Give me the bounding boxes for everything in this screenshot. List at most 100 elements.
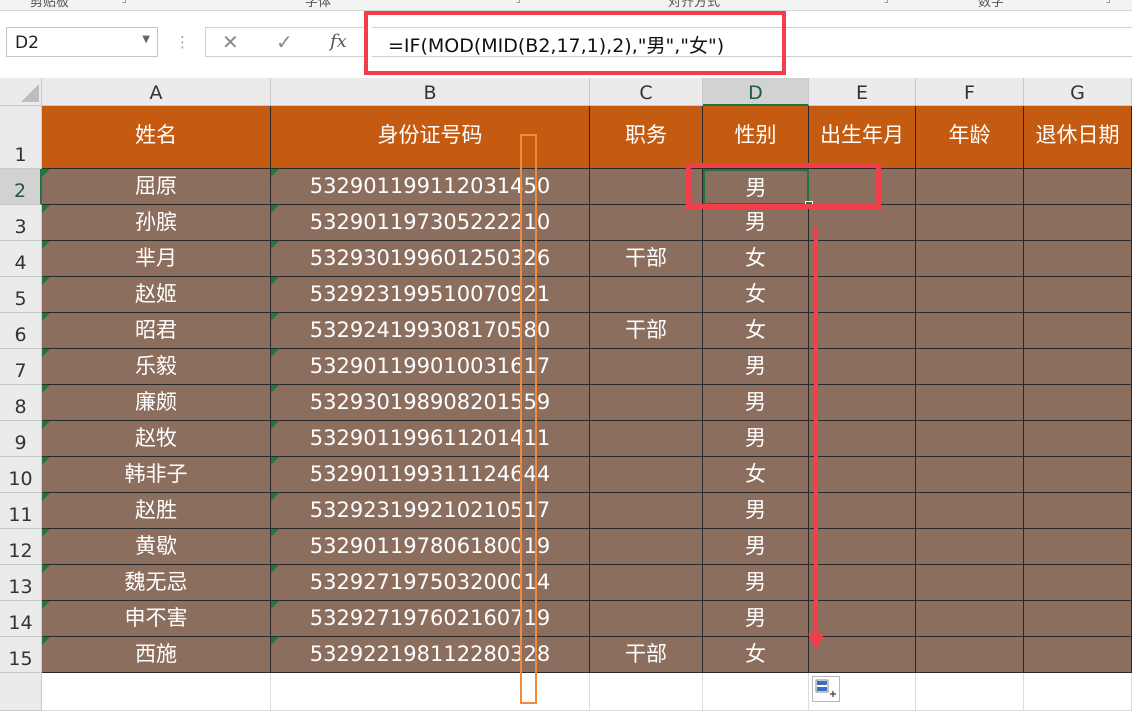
cell-e7[interactable] — [809, 349, 916, 385]
column-header-d[interactable]: D — [703, 78, 809, 106]
cell-d7[interactable]: 男 — [703, 349, 809, 385]
cell-e11[interactable] — [809, 493, 916, 529]
column-header-g[interactable]: G — [1024, 78, 1132, 106]
empty-cell[interactable] — [590, 673, 703, 711]
cell-g11[interactable] — [1024, 493, 1132, 529]
column-header-a[interactable]: A — [42, 78, 271, 106]
cell-g3[interactable] — [1024, 205, 1132, 241]
cell-f3[interactable] — [916, 205, 1024, 241]
cell-a9[interactable]: 赵牧 — [42, 421, 271, 457]
cell-e3[interactable] — [809, 205, 916, 241]
cell-a2[interactable]: 屈原 — [42, 169, 271, 205]
cell-d8[interactable]: 男 — [703, 385, 809, 421]
name-box[interactable]: D2 ▼ — [6, 27, 158, 57]
cell-b10[interactable]: 532901199311124644 — [271, 457, 590, 493]
cell-d10[interactable]: 女 — [703, 457, 809, 493]
check-icon[interactable]: ✓ — [276, 30, 293, 54]
cell-e6[interactable] — [809, 313, 916, 349]
cell-b5[interactable]: 532923199510070921 — [271, 277, 590, 313]
empty-cell[interactable] — [42, 673, 271, 711]
cell-d6[interactable]: 女 — [703, 313, 809, 349]
cell-f13[interactable] — [916, 565, 1024, 601]
cell-f7[interactable] — [916, 349, 1024, 385]
column-header-f[interactable]: F — [916, 78, 1024, 106]
cell-a15[interactable]: 西施 — [42, 637, 271, 673]
header-cell-f[interactable]: 年龄 — [916, 106, 1024, 169]
empty-cell[interactable] — [271, 673, 590, 711]
cell-g2[interactable] — [1024, 169, 1132, 205]
cell-a14[interactable]: 申不害 — [42, 601, 271, 637]
cell-c8[interactable] — [590, 385, 703, 421]
cell-e12[interactable] — [809, 529, 916, 565]
cell-b7[interactable]: 532901199010031617 — [271, 349, 590, 385]
cell-b11[interactable]: 532923199210210517 — [271, 493, 590, 529]
close-icon[interactable]: ✕ — [222, 30, 239, 54]
cell-e8[interactable] — [809, 385, 916, 421]
cell-e4[interactable] — [809, 241, 916, 277]
cell-e14[interactable] — [809, 601, 916, 637]
row-header-1[interactable]: 1 — [0, 106, 42, 169]
cell-c3[interactable] — [590, 205, 703, 241]
cell-c13[interactable] — [590, 565, 703, 601]
cell-a13[interactable]: 魏无忌 — [42, 565, 271, 601]
row-header-12[interactable]: 12 — [0, 529, 42, 565]
cell-g14[interactable] — [1024, 601, 1132, 637]
cell-c5[interactable] — [590, 277, 703, 313]
cell-a10[interactable]: 韩非子 — [42, 457, 271, 493]
row-header-11[interactable]: 11 — [0, 493, 42, 529]
cell-a5[interactable]: 赵姬 — [42, 277, 271, 313]
header-cell-d[interactable]: 性别 — [703, 106, 809, 169]
cell-b15[interactable]: 532922198112280328 — [271, 637, 590, 673]
cell-g9[interactable] — [1024, 421, 1132, 457]
cell-c4[interactable]: 干部 — [590, 241, 703, 277]
header-cell-e[interactable]: 出生年月 — [809, 106, 916, 169]
cell-c7[interactable] — [590, 349, 703, 385]
cell-a8[interactable]: 廉颇 — [42, 385, 271, 421]
cell-f10[interactable] — [916, 457, 1024, 493]
cell-f11[interactable] — [916, 493, 1024, 529]
row-header-5[interactable]: 5 — [0, 277, 42, 313]
cell-c12[interactable] — [590, 529, 703, 565]
cell-g8[interactable] — [1024, 385, 1132, 421]
cell-c10[interactable] — [590, 457, 703, 493]
cell-c9[interactable] — [590, 421, 703, 457]
row-header-3[interactable]: 3 — [0, 205, 42, 241]
cell-f4[interactable] — [916, 241, 1024, 277]
cell-f15[interactable] — [916, 637, 1024, 673]
cell-d11[interactable]: 男 — [703, 493, 809, 529]
header-cell-g[interactable]: 退休日期 — [1024, 106, 1132, 169]
row-header-10[interactable]: 10 — [0, 457, 42, 493]
cell-c11[interactable] — [590, 493, 703, 529]
cell-d13[interactable]: 男 — [703, 565, 809, 601]
cell-a4[interactable]: 芈月 — [42, 241, 271, 277]
cell-g5[interactable] — [1024, 277, 1132, 313]
cell-b2[interactable]: 532901199112031450 — [271, 169, 590, 205]
cell-a7[interactable]: 乐毅 — [42, 349, 271, 385]
cell-f14[interactable] — [916, 601, 1024, 637]
cell-d15[interactable]: 女 — [703, 637, 809, 673]
header-cell-a[interactable]: 姓名 — [42, 106, 271, 169]
row-header-6[interactable]: 6 — [0, 313, 42, 349]
row-header-empty[interactable] — [0, 673, 42, 711]
empty-cell[interactable] — [916, 673, 1024, 711]
cell-d3[interactable]: 男 — [703, 205, 809, 241]
row-header-7[interactable]: 7 — [0, 349, 42, 385]
column-header-c[interactable]: C — [590, 78, 703, 106]
cell-b12[interactable]: 532901197806180019 — [271, 529, 590, 565]
cell-d9[interactable]: 男 — [703, 421, 809, 457]
cell-d4[interactable]: 女 — [703, 241, 809, 277]
row-header-4[interactable]: 4 — [0, 241, 42, 277]
dialog-launcher-icon[interactable]: ⌟ — [122, 0, 127, 5]
empty-cell[interactable] — [1024, 673, 1132, 711]
cell-b3[interactable]: 532901197305222210 — [271, 205, 590, 241]
cell-a6[interactable]: 昭君 — [42, 313, 271, 349]
cell-c15[interactable]: 干部 — [590, 637, 703, 673]
header-cell-c[interactable]: 职务 — [590, 106, 703, 169]
cell-a12[interactable]: 黄歇 — [42, 529, 271, 565]
cell-e10[interactable] — [809, 457, 916, 493]
row-header-9[interactable]: 9 — [0, 421, 42, 457]
cell-g10[interactable] — [1024, 457, 1132, 493]
column-header-e[interactable]: E — [809, 78, 916, 106]
cell-g7[interactable] — [1024, 349, 1132, 385]
autofill-options-icon[interactable] — [812, 676, 840, 702]
